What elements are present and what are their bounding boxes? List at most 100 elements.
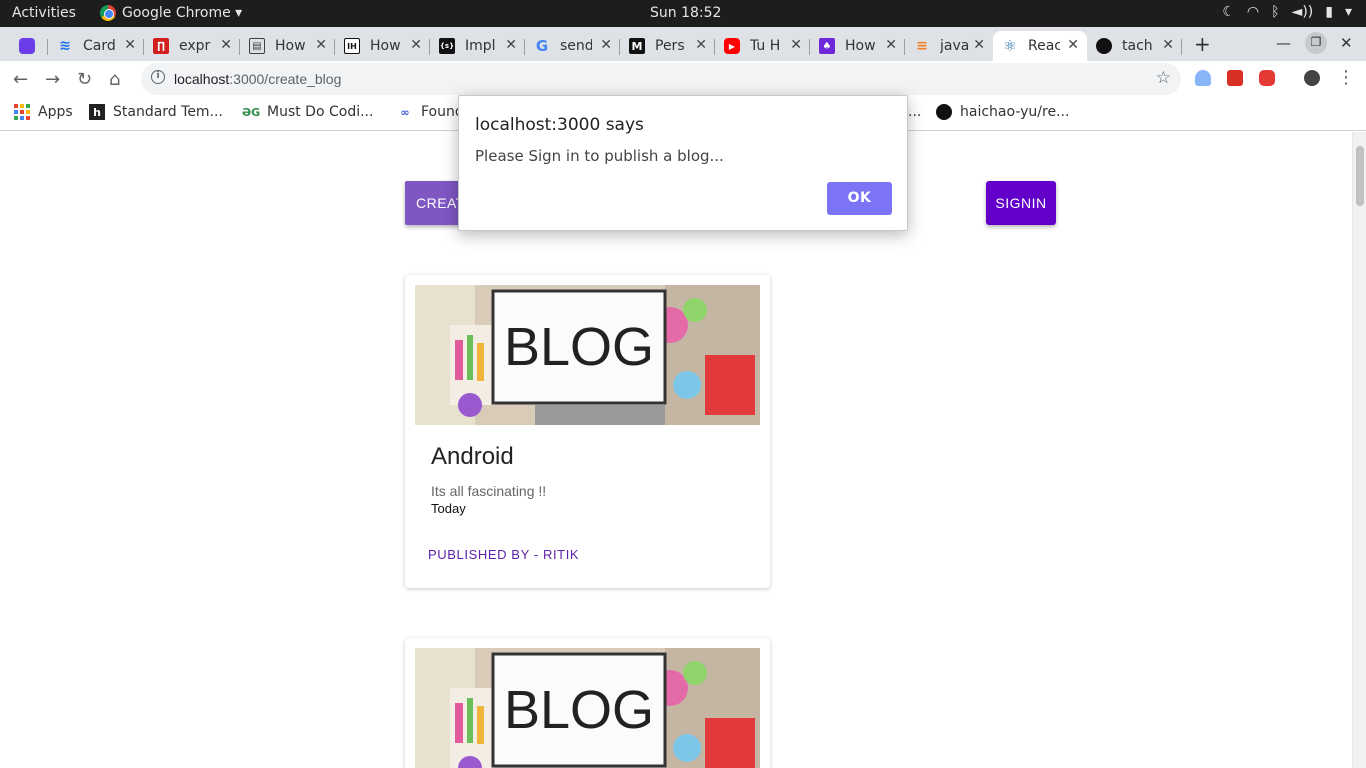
tab-title: Card [83, 38, 115, 54]
forward-icon[interactable]: → [45, 69, 60, 90]
bookmark-must-do-coding[interactable]: ƏG Must Do Codi... [242, 104, 374, 120]
system-tray[interactable]: ☾ ◠ ᛒ ◄)) ▮ ▾ [1222, 4, 1352, 20]
profile-avatar[interactable] [1304, 70, 1320, 86]
close-icon[interactable]: ✕ [885, 37, 897, 53]
tab-11-active[interactable]: ⚛ Reac ✕ [993, 31, 1087, 61]
url-path: :3000/create_blog [229, 71, 342, 87]
tab-5[interactable]: {s} Impl ✕ [430, 31, 525, 61]
volume-icon: ◄)) [1291, 4, 1314, 20]
bookmark-standard-templates[interactable]: h Standard Tem... [89, 104, 223, 120]
tab-12[interactable]: tach ✕ [1087, 31, 1182, 61]
new-tab-icon[interactable]: + [1194, 32, 1211, 56]
blog-card[interactable]: BLOG [405, 638, 770, 768]
link-icon: ∞ [400, 105, 410, 119]
night-mode-icon: ☾ [1222, 4, 1235, 20]
close-icon[interactable]: ✕ [220, 37, 232, 53]
bookmark-truncated[interactable]: ... [908, 104, 921, 120]
address-bar[interactable]: i localhost:3000/create_blog ☆ [141, 63, 1181, 95]
tab-8[interactable]: ▶ Tu H ✕ [715, 31, 810, 61]
tab-4[interactable]: IH How ✕ [335, 31, 430, 61]
bookmark-apps[interactable]: Apps [14, 104, 73, 120]
wifi-icon: ◠ [1246, 4, 1260, 20]
tab-6[interactable]: G send ✕ [525, 31, 620, 61]
close-window-icon[interactable]: ✕ [1340, 34, 1353, 52]
blog-image-text: BLOG [504, 680, 654, 740]
blog-card-title: Android [431, 443, 514, 470]
cloud-extension-icon[interactable] [1195, 70, 1211, 86]
adblock-extension-icon[interactable] [1259, 70, 1275, 86]
site-info-icon[interactable]: i [151, 70, 165, 84]
close-icon[interactable]: ✕ [1162, 37, 1174, 53]
close-icon[interactable]: ✕ [695, 37, 707, 53]
bookmark-found[interactable]: ∞ Found [397, 104, 463, 120]
github-icon [936, 104, 952, 120]
tab-icon-impl: {s} [439, 38, 455, 54]
tab-title: How [845, 38, 876, 54]
ok-button[interactable]: OK [827, 182, 892, 215]
scrollbar-thumb[interactable] [1356, 146, 1364, 206]
power-menu-icon: ▾ [1344, 4, 1352, 20]
chrome-icon [100, 5, 116, 21]
tab-title: Pers [655, 38, 685, 54]
tab-icon-medium: M [629, 38, 645, 54]
blog-card-published-by[interactable]: PUBLISHED BY - RITIK [428, 547, 579, 562]
hashnode-icon: h [89, 104, 105, 120]
tab-icon-d [19, 38, 35, 54]
signin-button[interactable]: SIGNIN [986, 181, 1056, 225]
close-icon[interactable]: ✕ [505, 37, 517, 53]
minimize-icon[interactable]: — [1276, 34, 1291, 52]
close-icon[interactable]: ✕ [124, 37, 136, 53]
close-icon[interactable]: ✕ [973, 37, 985, 53]
url-text[interactable]: localhost:3000/create_blog [174, 71, 341, 87]
dialog-title: localhost:3000 says [475, 115, 644, 135]
bluetooth-icon: ᛒ [1271, 4, 1280, 20]
tab-icon-react: ⚛ [1003, 37, 1017, 55]
bookmark-label: ... [908, 104, 922, 120]
clock[interactable]: Sun 18:52 [650, 5, 721, 21]
menu-kebab-icon[interactable]: ⋮ [1337, 67, 1355, 88]
tab-strip: ≋ Card ✕ ∏ expr ✕ ▤ How ✕ IH How ✕ {s} I… [0, 27, 1366, 61]
tab-3[interactable]: ▤ How ✕ [240, 31, 335, 61]
blog-card[interactable]: BLOG Android Its all fascinating !! Toda… [405, 275, 770, 588]
back-icon[interactable]: ← [13, 69, 28, 90]
battery-icon: ▮ [1325, 4, 1333, 20]
tab-title: Reac [1028, 38, 1060, 54]
tab-0[interactable] [10, 31, 48, 61]
close-icon[interactable]: ✕ [1067, 37, 1079, 53]
home-icon[interactable]: ⌂ [109, 69, 120, 90]
bookmark-haichao-yu[interactable]: haichao-yu/re... [936, 104, 1069, 120]
close-icon[interactable]: ✕ [315, 37, 327, 53]
bookmark-star-icon[interactable]: ☆ [1156, 68, 1171, 88]
tab-icon-youtube: ▶ [724, 38, 740, 54]
bookmark-label: haichao-yu/re... [960, 104, 1070, 120]
tab-title: Impl [465, 38, 496, 54]
tab-title: Tu H [750, 38, 781, 54]
dialog-message: Please Sign in to publish a blog... [475, 147, 724, 165]
close-icon[interactable]: ✕ [790, 37, 802, 53]
app-menu[interactable]: Google Chrome ▾ [100, 5, 242, 21]
tab-title: send [560, 38, 592, 54]
bookmark-label: Must Do Codi... [267, 104, 374, 120]
blog-card-description: Its all fascinating !! [431, 483, 547, 499]
tab-7[interactable]: M Pers ✕ [620, 31, 715, 61]
tab-icon-google: G [535, 37, 549, 55]
close-icon[interactable]: ✕ [600, 37, 612, 53]
reload-icon[interactable]: ↻ [77, 69, 92, 90]
tab-icon-how2: ♠ [819, 38, 835, 54]
apps-grid-icon [14, 104, 30, 120]
tab-title: How [370, 38, 401, 54]
tab-9[interactable]: ♠ How ✕ [810, 31, 905, 61]
tab-icon-stackoverflow: ≡ [916, 38, 928, 54]
video-extension-icon[interactable] [1227, 70, 1243, 86]
blog-card-date: Today [431, 501, 466, 516]
tab-10[interactable]: ≡ java ✕ [905, 31, 993, 61]
tab-2[interactable]: ∏ expr ✕ [144, 31, 240, 61]
page-scrollbar[interactable] [1352, 132, 1366, 768]
tab-1[interactable]: ≋ Card ✕ [48, 31, 144, 61]
close-icon[interactable]: ✕ [410, 37, 422, 53]
blog-image-illustration: BLOG [415, 285, 760, 425]
url-host: localhost [174, 71, 230, 87]
blog-image-illustration: BLOG [415, 648, 760, 768]
activities-button[interactable]: Activities [12, 5, 76, 21]
restore-icon[interactable]: ❐ [1305, 32, 1327, 54]
